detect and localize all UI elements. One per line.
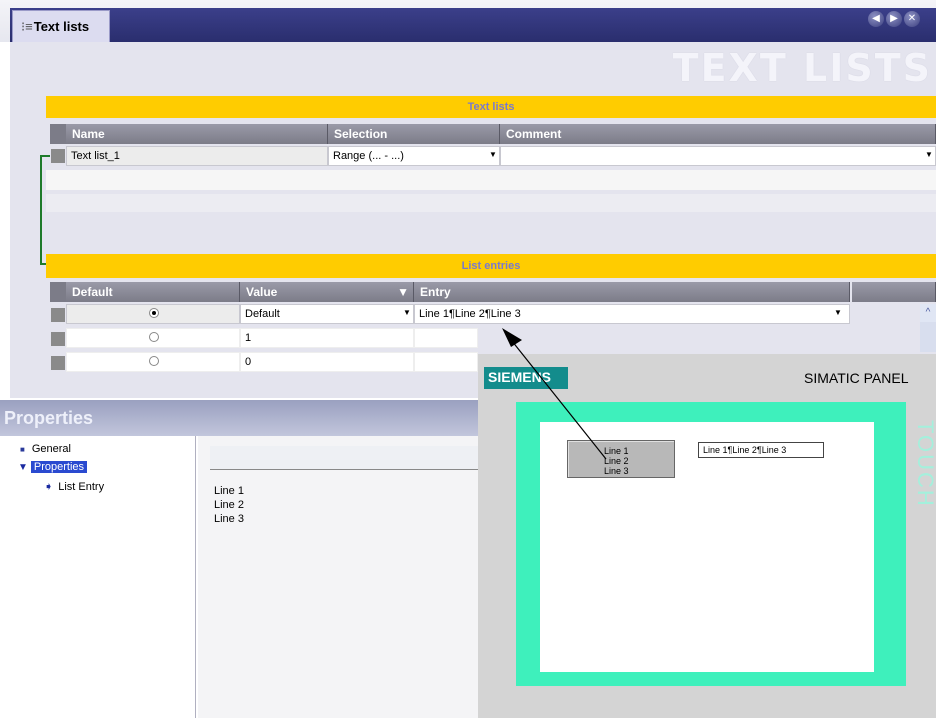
- value-text: Default: [245, 308, 280, 320]
- default-radio[interactable]: [149, 332, 159, 342]
- hmi-button[interactable]: Line 1 Line 2 Line 3: [567, 440, 675, 478]
- text-list-selection-dropdown[interactable]: Range (... - ...) ▼: [328, 146, 500, 166]
- chevron-down-icon[interactable]: ▼: [488, 148, 498, 162]
- entry-cell[interactable]: [414, 328, 478, 348]
- list-entry-text-area[interactable]: Line 1 Line 2 Line 3: [214, 484, 244, 526]
- column-header-selection[interactable]: Selection: [328, 124, 500, 144]
- empty-row: [46, 170, 936, 190]
- tab-text-lists[interactable]: ⁝≡Text lists: [12, 10, 110, 42]
- entry-text: Line 1¶Line 2¶Line 3: [419, 308, 521, 320]
- tab-strip: [10, 8, 936, 42]
- expand-arrow-icon[interactable]: ▼: [18, 462, 28, 473]
- row-selector[interactable]: [51, 308, 65, 322]
- tree-item-label: Properties: [30, 461, 88, 473]
- text-list-name-cell[interactable]: Text list_1: [66, 146, 328, 166]
- column-header-default[interactable]: Default: [66, 282, 240, 302]
- sort-down-icon: ▼: [397, 285, 409, 299]
- text-entry-toolbar[interactable]: [210, 446, 478, 470]
- row-selector[interactable]: [51, 356, 65, 370]
- column-header-name[interactable]: Name: [66, 124, 328, 144]
- chevron-down-icon[interactable]: ▼: [833, 306, 843, 320]
- empty-row: [46, 194, 936, 212]
- table-corner: [50, 124, 66, 144]
- default-radio[interactable]: [149, 356, 159, 366]
- entry-dropdown[interactable]: Line 1¶Line 2¶Line 3 ▼: [414, 304, 850, 324]
- button-line: Line 3: [604, 466, 629, 476]
- text-line: Line 1: [214, 485, 244, 497]
- row-selector[interactable]: [51, 332, 65, 346]
- tree-item-general[interactable]: ■ General: [20, 443, 71, 455]
- row-selector[interactable]: [51, 149, 65, 163]
- text-list-icon: ⁝≡: [21, 19, 33, 34]
- column-header-value[interactable]: Value ▼: [240, 282, 414, 302]
- scroll-up-icon[interactable]: ^: [920, 304, 936, 322]
- arrow-right-icon: ➧: [44, 481, 54, 493]
- text-line: Line 3: [214, 513, 244, 525]
- button-line: Line 1: [604, 446, 629, 456]
- siemens-logo: SIEMENS: [484, 367, 568, 389]
- tree-item-label: General: [31, 443, 71, 455]
- forward-icon[interactable]: ▶: [886, 11, 902, 27]
- tree-item-label: List Entry: [58, 481, 105, 493]
- bullet-icon: ■: [20, 445, 25, 454]
- properties-panel-title: Properties: [0, 400, 478, 436]
- tree-item-list-entry[interactable]: ➧ List Entry: [44, 480, 104, 493]
- properties-tree: [0, 436, 196, 718]
- panel-model-label: SIMATIC PANEL: [804, 370, 909, 386]
- close-icon[interactable]: ✕: [904, 11, 920, 27]
- default-cell[interactable]: [66, 352, 240, 372]
- selection-value: Range (... - ...): [333, 150, 404, 162]
- scrollbar-track[interactable]: [920, 322, 936, 352]
- default-cell[interactable]: [66, 304, 240, 324]
- tree-item-properties[interactable]: ▼ Properties: [18, 461, 88, 473]
- chevron-down-icon[interactable]: ▼: [402, 306, 412, 320]
- column-header-entry[interactable]: Entry: [414, 282, 850, 302]
- text-line: Line 2: [214, 499, 244, 511]
- column-header-comment[interactable]: Comment: [500, 124, 936, 144]
- chevron-down-icon[interactable]: ▼: [924, 148, 934, 162]
- properties-content: [198, 436, 478, 718]
- tab-label: Text lists: [33, 19, 90, 34]
- table-corner: [50, 282, 66, 302]
- default-radio-selected[interactable]: [149, 308, 159, 318]
- entry-cell[interactable]: [414, 352, 478, 372]
- column-header-blank: [852, 282, 936, 302]
- text-list-comment-dropdown[interactable]: ▼: [500, 146, 936, 166]
- value-cell[interactable]: 1: [240, 328, 414, 348]
- page-title: TEXT LISTS: [672, 46, 932, 90]
- tab-bar: ⁝≡Text lists ◀ ▶ ✕: [0, 0, 936, 42]
- default-cell[interactable]: [66, 328, 240, 348]
- value-cell[interactable]: 0: [240, 352, 414, 372]
- value-dropdown[interactable]: Default ▼: [240, 304, 414, 324]
- back-icon[interactable]: ◀: [868, 11, 884, 27]
- link-line: [40, 155, 42, 265]
- list-entries-section-title: List entries: [46, 254, 936, 278]
- column-header-label: Value: [246, 285, 278, 299]
- text-lists-section-title: Text lists: [46, 96, 936, 118]
- hmi-io-field[interactable]: Line 1¶Line 2¶Line 3: [698, 442, 824, 458]
- touch-label: TOUCH: [913, 420, 936, 508]
- button-line: Line 2: [604, 456, 629, 466]
